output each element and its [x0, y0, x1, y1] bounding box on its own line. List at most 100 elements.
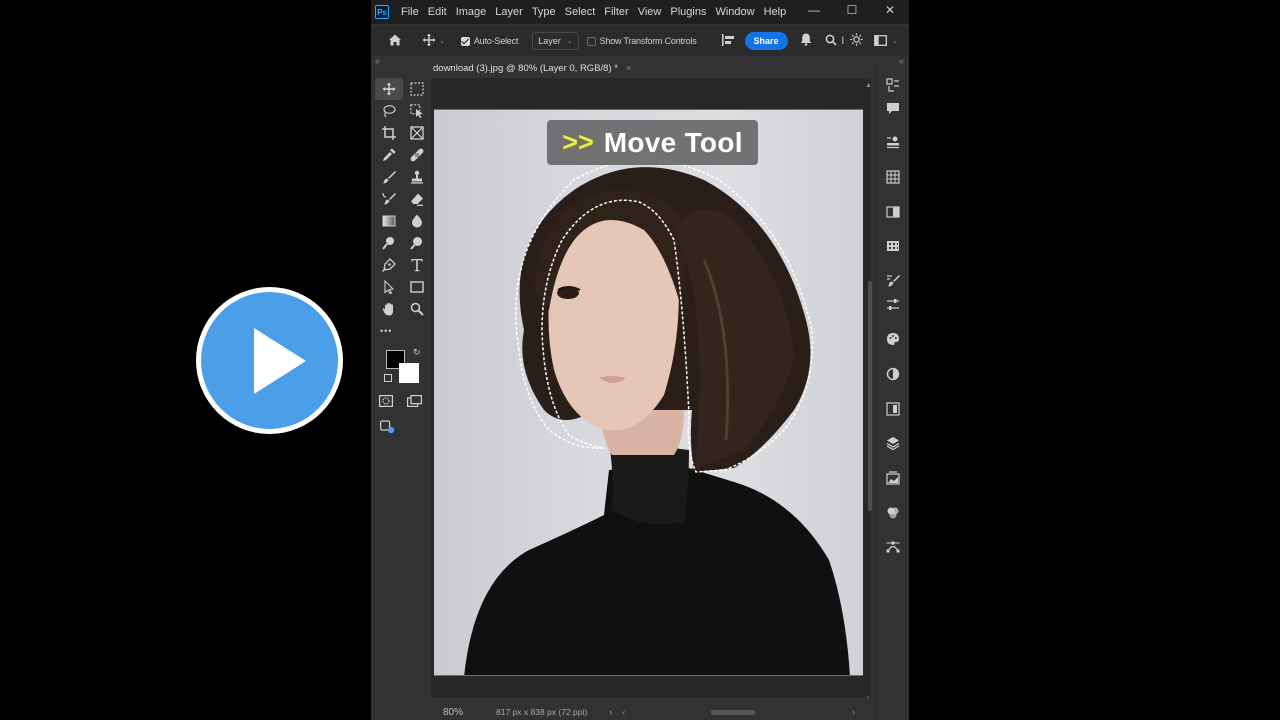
lasso-tool-icon[interactable]: [375, 100, 403, 122]
background-color-swatch[interactable]: [399, 363, 419, 383]
auto-select-checkbox[interactable]: Auto-Select: [460, 36, 518, 46]
gradients-panel-icon[interactable]: [886, 205, 900, 219]
bell-icon[interactable]: [796, 33, 816, 49]
type-tool-icon[interactable]: [403, 254, 431, 276]
close-button[interactable]: ✕: [871, 3, 909, 17]
scroll-down-icon[interactable]: ⌄: [865, 692, 871, 700]
menu-window[interactable]: Window: [715, 6, 754, 18]
vertical-scroll-thumb[interactable]: [868, 281, 872, 511]
search-icon[interactable]: [824, 33, 838, 49]
hand-tool-icon[interactable]: [375, 298, 403, 320]
zoom-level[interactable]: 80%: [443, 707, 463, 718]
photoshop-window: Ps File Edit Image Layer Type Select Fil…: [371, 0, 909, 720]
menu-file[interactable]: File: [401, 6, 419, 18]
menu-view[interactable]: View: [638, 6, 662, 18]
history-panel-icon[interactable]: [886, 78, 900, 92]
history-brush-tool-icon[interactable]: [375, 188, 403, 210]
menu-select[interactable]: Select: [565, 6, 596, 18]
play-button-circle[interactable]: [201, 292, 338, 429]
tab-close-icon[interactable]: ×: [626, 63, 631, 73]
document-tab-title: download (3).jpg @ 80% (Layer 0, RGB/8) …: [433, 62, 618, 74]
healing-tool-icon[interactable]: [403, 144, 431, 166]
collapse-left-icon[interactable]: «: [375, 56, 380, 66]
vertical-scrollbar[interactable]: ▲ ⌄: [865, 82, 875, 700]
edit-toolbar-icon[interactable]: [380, 419, 395, 439]
canvas-area[interactable]: >> Move Tool: [431, 78, 894, 698]
scroll-up-icon[interactable]: ▲: [865, 82, 872, 89]
chevron-down-icon[interactable]: ⌄: [439, 37, 445, 45]
sun-icon[interactable]: [848, 33, 864, 49]
paths-panel-icon[interactable]: [886, 540, 900, 554]
menu-image[interactable]: Image: [456, 6, 487, 18]
search-divider: ǀ: [841, 35, 845, 47]
channels-panel-icon[interactable]: [886, 471, 900, 485]
sponge-tool-icon[interactable]: [403, 232, 431, 254]
default-colors-icon[interactable]: [384, 374, 392, 382]
brushes-panel-icon[interactable]: [886, 274, 900, 288]
dodge-tool-icon[interactable]: [375, 232, 403, 254]
stamp-tool-icon[interactable]: [403, 166, 431, 188]
align-icon[interactable]: [719, 33, 739, 49]
comments-panel-icon[interactable]: [886, 102, 900, 116]
play-icon[interactable]: [254, 328, 306, 394]
rectangle-tool-icon[interactable]: [403, 276, 431, 298]
workspace-icon[interactable]: [870, 33, 890, 49]
menu-edit[interactable]: Edit: [428, 6, 447, 18]
crop-tool-icon[interactable]: [375, 122, 403, 144]
checkbox-unchecked-icon[interactable]: [586, 36, 596, 46]
horizontal-scroll-thumb[interactable]: [711, 710, 755, 715]
pen-tool-icon[interactable]: [375, 254, 403, 276]
scroll-right-icon[interactable]: ›: [852, 707, 855, 717]
frame-tool-icon[interactable]: [403, 122, 431, 144]
menu-plugins[interactable]: Plugins: [670, 6, 706, 18]
more-tools-icon[interactable]: •••: [380, 326, 392, 336]
swap-colors-icon[interactable]: ↻: [413, 347, 421, 358]
options-bar: ⌄ Auto-Select Layer ⌄ Show Transform Con…: [371, 26, 909, 56]
move-tool-icon[interactable]: [375, 78, 403, 100]
menu-help[interactable]: Help: [764, 6, 787, 18]
document-canvas[interactable]: >> Move Tool: [434, 109, 863, 676]
transform-controls-checkbox[interactable]: Show Transform Controls: [586, 36, 697, 46]
move-icon[interactable]: [419, 33, 439, 50]
zoom-tool-icon[interactable]: [403, 298, 431, 320]
screen-mode-icon[interactable]: [407, 394, 422, 412]
adjustments-panel-icon[interactable]: [886, 367, 900, 381]
portrait-photo: [464, 159, 850, 675]
layers-panel-icon[interactable]: [886, 436, 900, 450]
path-select-tool-icon[interactable]: [375, 276, 403, 298]
scroll-left-icon[interactable]: ‹: [622, 707, 625, 717]
panel-icons-strip: [875, 66, 909, 720]
document-tab[interactable]: download (3).jpg @ 80% (Layer 0, RGB/8) …: [433, 58, 631, 78]
patterns-panel-icon[interactable]: [886, 239, 900, 253]
object-select-tool-icon[interactable]: [403, 100, 431, 122]
share-button[interactable]: Share: [744, 32, 788, 50]
menu-filter[interactable]: Filter: [604, 6, 628, 18]
color-panel-icon[interactable]: [886, 332, 900, 346]
libraries-panel-icon[interactable]: [886, 402, 900, 416]
video-play-button[interactable]: [196, 287, 343, 434]
status-menu-arrow-icon[interactable]: ›: [609, 707, 612, 717]
auto-select-target-dropdown[interactable]: Layer ⌄: [532, 32, 579, 50]
marquee-tool-icon[interactable]: [403, 78, 431, 100]
gradient-tool-icon[interactable]: [375, 210, 403, 232]
menu-layer[interactable]: Layer: [495, 6, 523, 18]
eyedropper-tool-icon[interactable]: [375, 144, 403, 166]
menu-type[interactable]: Type: [532, 6, 556, 18]
blur-tool-icon[interactable]: [403, 210, 431, 232]
checkbox-checked-icon[interactable]: [460, 36, 470, 46]
collapse-right-icon[interactable]: «: [899, 56, 904, 66]
window-controls: — ☐ ✕: [795, 0, 909, 20]
color-channels-icon[interactable]: [886, 506, 900, 520]
home-icon[interactable]: [385, 33, 405, 50]
status-bar: 80% 817 px x 838 px (72 ppi) › ‹ ›: [431, 704, 875, 720]
swatches-panel-icon[interactable]: [886, 170, 900, 184]
chevron-down-icon[interactable]: ⌄: [892, 37, 898, 45]
maximize-button[interactable]: ☐: [833, 3, 871, 17]
quick-mask-icon[interactable]: [379, 394, 394, 412]
minimize-button[interactable]: —: [795, 3, 833, 17]
eraser-tool-icon[interactable]: [403, 188, 431, 210]
brush-settings-panel-icon[interactable]: [886, 298, 900, 312]
properties-panel-icon[interactable]: [886, 135, 900, 149]
transform-controls-label: Show Transform Controls: [599, 36, 697, 46]
brush-tool-icon[interactable]: [375, 166, 403, 188]
